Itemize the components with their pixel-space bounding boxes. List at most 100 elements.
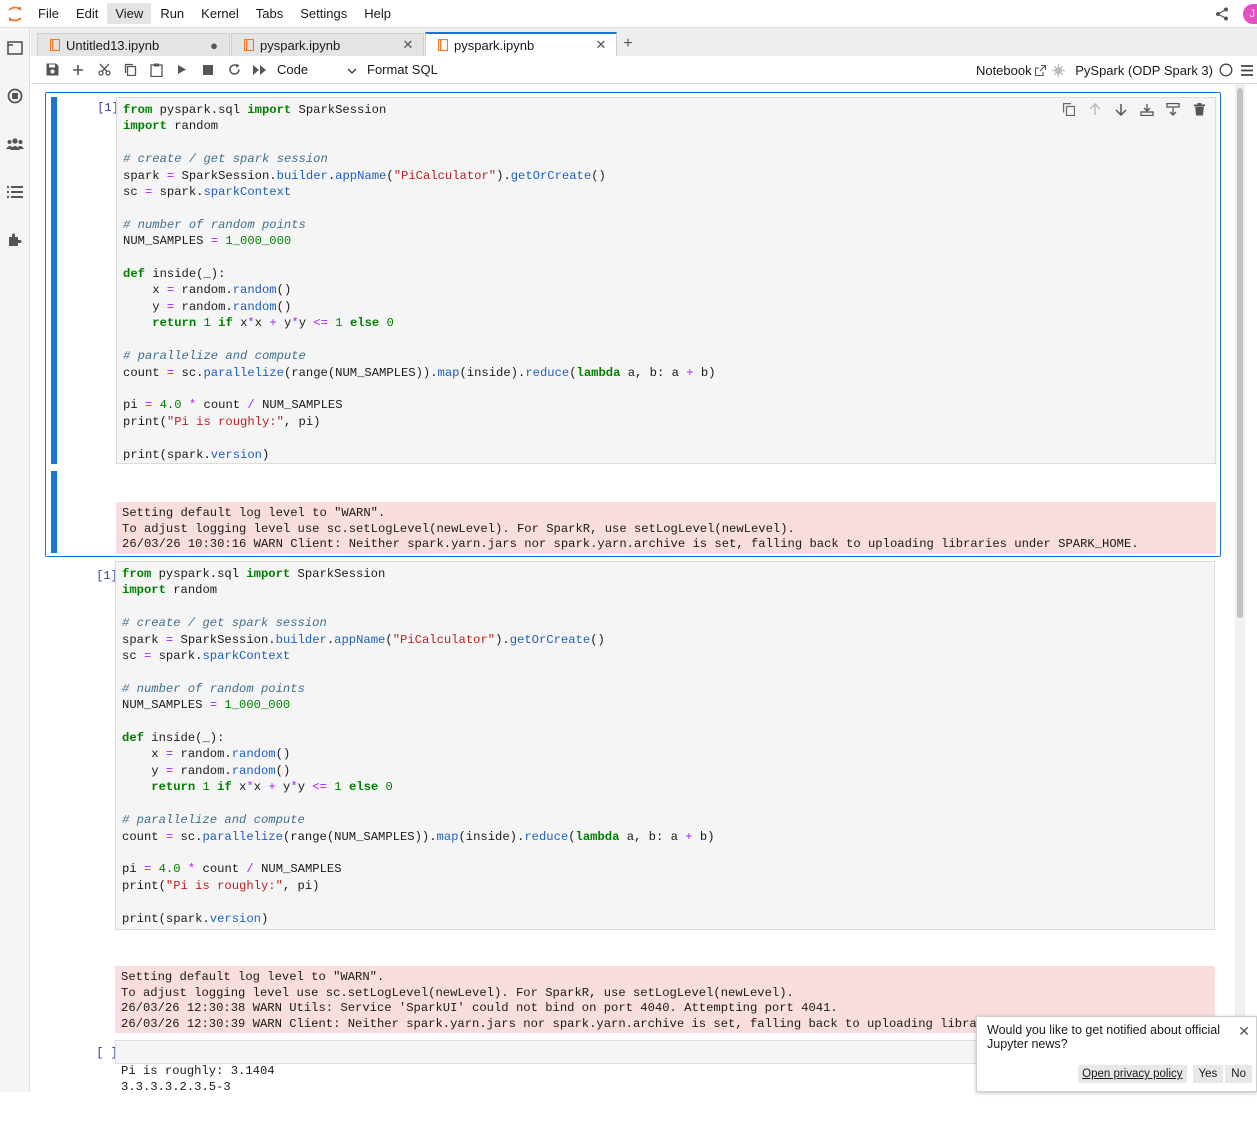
close-icon[interactable]: ✕ <box>1238 1023 1250 1040</box>
kernel-status-icon <box>1219 63 1233 77</box>
unsaved-dot-icon[interactable]: ● <box>207 38 221 53</box>
share-icon[interactable] <box>1211 3 1233 25</box>
notebook-toolbar: Code Format SQL Notebook PySpark (ODP Sp… <box>31 56 1257 84</box>
file-browser-icon[interactable] <box>5 38 25 58</box>
add-cell-icon[interactable] <box>65 58 91 82</box>
insert-above-icon[interactable] <box>1134 99 1160 119</box>
move-up-icon[interactable] <box>1082 99 1108 119</box>
code-cell-1[interactable]: [1]: from pyspark.sql import SparkSessio… <box>45 92 1221 614</box>
notebook-icon <box>244 39 254 51</box>
code-editor[interactable]: from pyspark.sql import SparkSession impo… <box>116 97 1216 464</box>
move-down-icon[interactable] <box>1108 99 1134 119</box>
notebook-panel[interactable]: [1]: from pyspark.sql import SparkSessio… <box>31 84 1257 1094</box>
stderr-line: To adjust logging level use sc.setLogLev… <box>121 985 794 1000</box>
scrollbar-thumb[interactable] <box>1237 88 1243 618</box>
extensions-icon[interactable] <box>5 230 25 250</box>
menu-help[interactable]: Help <box>356 3 399 24</box>
tab-pyspark-1[interactable]: pyspark.ipynb ✕ <box>231 33 424 56</box>
notebook-icon <box>50 39 60 51</box>
stderr-line: 26/03/26 10:30:16 WARN Client: Neither s… <box>122 537 1139 551</box>
user-avatar[interactable]: J <box>1243 4 1257 24</box>
code-line: pi = 4.0 * count / NUM_SAMPLES <box>122 862 342 877</box>
code-line: sc = spark.sparkContext <box>123 185 292 200</box>
code-line: y = random.random() <box>122 763 291 778</box>
cut-icon[interactable] <box>91 58 117 82</box>
code-line: x = random.random() <box>122 747 291 762</box>
code-line: x = random.random() <box>123 283 292 298</box>
table-of-contents-icon[interactable] <box>5 182 25 202</box>
copy-icon[interactable] <box>117 58 143 82</box>
code-line: return 1 if x*x + y*y <= 1 else 0 <box>152 316 394 331</box>
code-line: from pyspark.sql import SparkSession <box>122 567 386 581</box>
code-line: def inside(_): <box>123 267 226 282</box>
run-icon[interactable] <box>169 58 195 82</box>
delete-cell-icon[interactable] <box>1186 99 1212 119</box>
input-collapser[interactable] <box>51 97 57 464</box>
code-line: ​ <box>123 381 1209 397</box>
code-line: y = random.random() <box>123 299 292 314</box>
output-collapser[interactable] <box>51 471 57 553</box>
code-line: print(spark.version) <box>123 447 270 462</box>
stderr-output: Setting default log level to "WARN". To a… <box>116 502 1216 554</box>
cell-type-select[interactable]: Code <box>277 62 361 77</box>
code-line: ​ <box>122 845 1208 861</box>
code-line: # create / get spark session <box>123 152 328 167</box>
toast-message: Would you like to get notified about off… <box>987 1023 1221 1051</box>
code-editor[interactable]: from pyspark.sql import SparkSession impo… <box>115 561 1215 930</box>
tab-label: pyspark.ipynb <box>260 37 341 53</box>
paste-icon[interactable] <box>143 58 169 82</box>
menu-run[interactable]: Run <box>152 3 192 24</box>
jupyter-logo-icon[interactable] <box>0 0 30 28</box>
open-in-notebook-link[interactable]: Notebook <box>975 62 1047 78</box>
code-line: count = sc.parallelize(range(NUM_SAMPLES… <box>123 365 716 380</box>
code-line: from pyspark.sql import SparkSession <box>123 103 387 117</box>
menu-icon[interactable] <box>1241 64 1253 76</box>
code-line: print("Pi is roughly:", pi) <box>122 878 320 893</box>
menu-tabs[interactable]: Tabs <box>248 3 291 24</box>
tab-untitled13[interactable]: Untitled13.ipynb ● <box>37 33 230 56</box>
toast-actions: Open privacy policy Yes No <box>1078 1065 1252 1083</box>
code-line: import random <box>123 119 219 134</box>
code-line: NUM_SAMPLES = 1_000_000 <box>122 698 291 713</box>
save-icon[interactable] <box>39 58 65 82</box>
privacy-policy-link[interactable]: Open privacy policy <box>1078 1065 1187 1083</box>
kernel-name[interactable]: PySpark (ODP Spark 3) <box>1075 63 1213 78</box>
cell-type-value: Code <box>277 62 309 77</box>
code-line: spark = SparkSession.builder.appName("Pi… <box>122 632 605 647</box>
close-icon[interactable]: ✕ <box>594 37 608 53</box>
code-line: sc = spark.sparkContext <box>122 649 291 664</box>
left-sidebar <box>0 28 30 1092</box>
menu-edit[interactable]: Edit <box>68 3 106 24</box>
code-line: # parallelize and compute <box>122 813 305 828</box>
code-line: spark = SparkSession.builder.appName("Pi… <box>123 168 606 183</box>
code-line: ​ <box>122 894 1208 910</box>
notebook-icon <box>438 39 448 51</box>
collaborators-icon[interactable] <box>5 134 25 154</box>
no-button[interactable]: No <box>1225 1065 1252 1083</box>
menu-settings[interactable]: Settings <box>292 3 355 24</box>
menu-kernel[interactable]: Kernel <box>193 3 247 24</box>
code-line: count = sc.parallelize(range(NUM_SAMPLES… <box>122 829 715 844</box>
document-tabbar: Untitled13.ipynb ● pyspark.ipynb ✕ pyspa… <box>31 28 1257 56</box>
notebook-link-label: Notebook <box>975 62 1032 78</box>
bug-icon[interactable] <box>1052 63 1066 77</box>
code-cell-2[interactable]: [1]: from pyspark.sql import SparkSessio… <box>45 561 1221 1094</box>
restart-icon[interactable] <box>221 58 247 82</box>
notification-toast: Would you like to get notified about off… <box>976 1016 1257 1092</box>
insert-below-icon[interactable] <box>1160 99 1186 119</box>
format-sql-button[interactable]: Format SQL <box>367 62 438 77</box>
stderr-line: Setting default log level to "WARN". <box>121 970 385 984</box>
yes-button[interactable]: Yes <box>1192 1065 1224 1083</box>
add-tab-icon[interactable]: + <box>618 34 638 54</box>
stop-icon[interactable] <box>195 58 221 82</box>
running-sessions-icon[interactable] <box>5 86 25 106</box>
menu-view[interactable]: View <box>107 3 152 24</box>
scrollbar[interactable] <box>1235 84 1245 1092</box>
stderr-line: To adjust logging level use sc.setLogLev… <box>122 521 795 536</box>
menu-file[interactable]: File <box>30 3 67 24</box>
tab-pyspark-2[interactable]: pyspark.ipynb ✕ <box>425 32 617 56</box>
duplicate-cell-icon[interactable] <box>1056 99 1082 119</box>
code-line: ​ <box>122 664 1208 680</box>
close-icon[interactable]: ✕ <box>401 37 415 53</box>
fast-forward-icon[interactable] <box>247 58 273 82</box>
